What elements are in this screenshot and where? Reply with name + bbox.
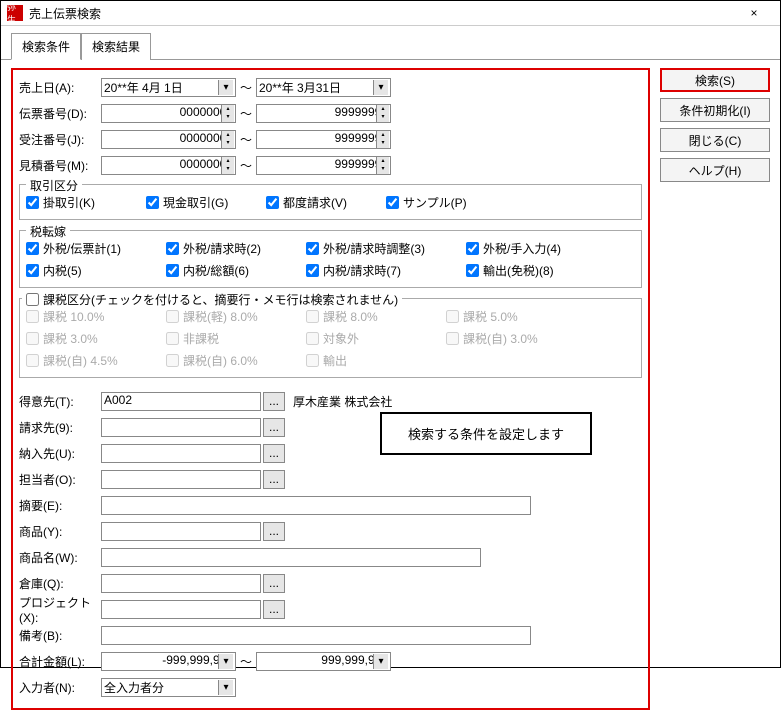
product-input[interactable] — [101, 522, 261, 541]
deliver-to-lookup-button[interactable]: ... — [263, 444, 285, 463]
tilde: ～ — [238, 157, 254, 174]
label-warehouse: 倉庫(Q): — [19, 575, 99, 592]
tilde: ～ — [238, 79, 254, 96]
fieldset-tax-class: 課税区分(チェックを付けると、摘要行・メモ行は検索されません) 課税 10.0%… — [19, 298, 642, 378]
cb-tax4[interactable]: 外税/手入力(4) — [466, 240, 606, 257]
entry-by-select[interactable]: 全入力者分 — [101, 678, 236, 697]
cb-kake[interactable]: 掛取引(K) — [26, 194, 146, 211]
cb-tc2: 課税(軽) 8.0% — [166, 308, 306, 325]
customer-code-input[interactable]: A002 — [101, 392, 261, 411]
label-order-no: 受注番号(J): — [19, 131, 99, 148]
product-name-input[interactable] — [101, 548, 481, 567]
bill-to-input[interactable] — [101, 418, 261, 437]
search-button[interactable]: 検索(S) — [660, 68, 770, 92]
action-buttons: 検索(S) 条件初期化(I) 閉じる(C) ヘルプ(H) — [660, 68, 770, 710]
label-project: プロジェクト(X): — [19, 594, 99, 625]
project-lookup-button[interactable]: ... — [263, 600, 285, 619]
cb-tc6: 非課税 — [166, 330, 306, 347]
estimate-no-to-input[interactable]: 99999999 — [256, 156, 391, 175]
cb-tc5: 課税 3.0% — [26, 330, 166, 347]
order-no-from-input[interactable]: 00000000 — [101, 130, 236, 149]
label-slip-no: 伝票番号(D): — [19, 105, 99, 122]
remarks-input[interactable] — [101, 626, 531, 645]
conditions-panel: 売上日(A): 20**年 4月 1日 ～ 20**年 3月31日 伝票番号(D… — [11, 68, 650, 710]
app-icon: 弥生 — [7, 5, 23, 21]
cb-sample[interactable]: サンプル(P) — [386, 194, 506, 211]
label-total: 合計金額(L): — [19, 653, 99, 670]
help-button[interactable]: ヘルプ(H) — [660, 158, 770, 182]
label-summary: 摘要(E): — [19, 497, 99, 514]
label-sale-date: 売上日(A): — [19, 79, 99, 96]
legend-transaction: 取引区分 — [26, 177, 82, 194]
warehouse-input[interactable] — [101, 574, 261, 593]
close-button[interactable]: 閉じる(C) — [660, 128, 770, 152]
customer-name-display: 厚木産業 株式会社 — [293, 393, 392, 410]
slip-no-to-input[interactable]: 99999999 — [256, 104, 391, 123]
slip-no-from-input[interactable]: 00000000 — [101, 104, 236, 123]
cb-tax1[interactable]: 外税/伝票計(1) — [26, 240, 166, 257]
label-customer: 得意先(T): — [19, 393, 99, 410]
cb-tc10: 課税(自) 6.0% — [166, 352, 306, 369]
search-dialog: 弥生 売上伝票検索 × 検索条件 検索結果 売上日(A): 20**年 4月 1… — [0, 0, 781, 668]
tab-bar: 検索条件 検索結果 — [1, 26, 780, 60]
warehouse-lookup-button[interactable]: ... — [263, 574, 285, 593]
deliver-to-input[interactable] — [101, 444, 261, 463]
summary-input[interactable] — [101, 496, 531, 515]
person-input[interactable] — [101, 470, 261, 489]
label-deliver-to: 納入先(U): — [19, 445, 99, 462]
label-person: 担当者(O): — [19, 471, 99, 488]
cb-tc7: 対象外 — [306, 330, 446, 347]
estimate-no-from-input[interactable]: 00000000 — [101, 156, 236, 175]
cb-taxclass-enable[interactable]: 課税区分(チェックを付けると、摘要行・メモ行は検索されません) — [26, 291, 398, 308]
cb-tax3[interactable]: 外税/請求時調整(3) — [306, 240, 466, 257]
label-bill-to: 請求先(9): — [19, 419, 99, 436]
date-from-input[interactable]: 20**年 4月 1日 — [101, 78, 236, 97]
label-product-name: 商品名(W): — [19, 549, 99, 566]
date-to-input[interactable]: 20**年 3月31日 — [256, 78, 391, 97]
person-lookup-button[interactable]: ... — [263, 470, 285, 489]
project-input[interactable] — [101, 600, 261, 619]
cb-tax6[interactable]: 内税/総額(6) — [166, 262, 306, 279]
cb-tc4: 課税 5.0% — [446, 308, 586, 325]
label-estimate-no: 見積番号(M): — [19, 157, 99, 174]
tilde: ～ — [238, 131, 254, 148]
label-entry-by: 入力者(N): — [19, 679, 99, 696]
cb-cash[interactable]: 現金取引(G) — [146, 194, 266, 211]
bill-to-lookup-button[interactable]: ... — [263, 418, 285, 437]
close-icon[interactable]: × — [734, 1, 774, 25]
label-remarks: 備考(B): — [19, 627, 99, 644]
product-lookup-button[interactable]: ... — [263, 522, 285, 541]
fieldset-tax: 税転嫁 外税/伝票計(1) 外税/請求時(2) 外税/請求時調整(3) 外税/手… — [19, 230, 642, 288]
cb-tc3: 課税 8.0% — [306, 308, 446, 325]
tab-conditions[interactable]: 検索条件 — [11, 33, 81, 60]
cb-tc8: 課税(自) 3.0% — [446, 330, 586, 347]
label-product: 商品(Y): — [19, 523, 99, 540]
tab-results[interactable]: 検索結果 — [81, 33, 151, 60]
order-no-to-input[interactable]: 99999999 — [256, 130, 391, 149]
instruction-overlay: 検索する条件を設定します — [380, 412, 592, 455]
cb-tax7[interactable]: 内税/請求時(7) — [306, 262, 466, 279]
tilde: ～ — [238, 653, 254, 670]
reset-button[interactable]: 条件初期化(I) — [660, 98, 770, 122]
cb-tc9: 課税(自) 4.5% — [26, 352, 166, 369]
customer-lookup-button[interactable]: ... — [263, 392, 285, 411]
window-title: 売上伝票検索 — [29, 5, 734, 22]
cb-tc1: 課税 10.0% — [26, 308, 166, 325]
cb-tc11: 輸出 — [306, 352, 446, 369]
cb-tax2[interactable]: 外税/請求時(2) — [166, 240, 306, 257]
tilde: ～ — [238, 105, 254, 122]
cb-tax5[interactable]: 内税(5) — [26, 262, 166, 279]
fieldset-transaction: 取引区分 掛取引(K) 現金取引(G) 都度請求(V) サンプル(P) — [19, 184, 642, 220]
cb-bill[interactable]: 都度請求(V) — [266, 194, 386, 211]
legend-tax: 税転嫁 — [26, 223, 70, 240]
titlebar: 弥生 売上伝票検索 × — [1, 1, 780, 26]
cb-tax8[interactable]: 輸出(免税)(8) — [466, 262, 606, 279]
